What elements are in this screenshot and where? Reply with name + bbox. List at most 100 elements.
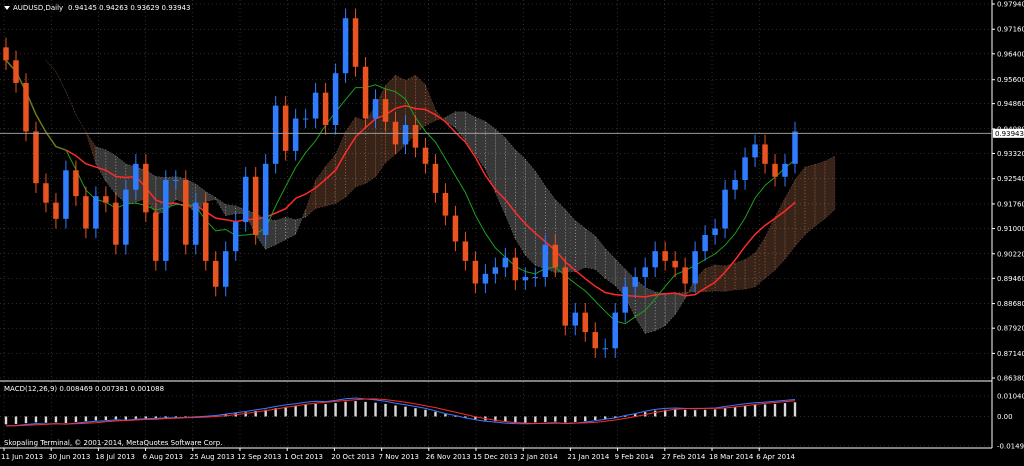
candle-body [482,273,489,284]
candle-body [602,348,608,350]
candle-body [312,92,319,119]
candle-body [422,147,429,164]
price-tick-label: 0.87140 [997,350,1024,358]
macd-histogram-bar [723,408,727,417]
candle-body [83,196,89,229]
candle-body [212,260,219,287]
macd-tick-label: 0.010400 [997,392,1024,400]
candle-body [322,92,329,125]
time-tick-label: 12 Sep 2013 [237,453,281,461]
candle-body [702,235,708,252]
macd-histogram-bar [713,409,717,417]
cloud-segment [275,216,286,246]
macd-histogram-bar [354,401,357,417]
price-tick-label: 0.97160 [997,26,1024,34]
macd-histogram-bar [334,403,337,417]
candle-body [532,277,539,279]
macd-histogram-bar [544,416,547,422]
macd-histogram-bar [574,416,577,422]
macd-histogram-bar [763,404,767,417]
price-tick-label: 0.97940 [997,1,1024,9]
time-tick-label: 21 Jan 2014 [567,453,610,461]
cloud-segment [574,220,586,273]
cloud-segment [814,160,826,227]
macd-title-area: MACD(12,26,9) 0.008469 0.007381 0.001088 [4,385,164,393]
macd-histogram-bar [44,416,48,423]
candle-body [272,105,279,164]
last-price-label: 0.93943 [995,130,1024,138]
cloud-segment [525,158,536,267]
candle-body [222,251,229,287]
cloud-segment [804,164,816,236]
macd-histogram-bar [733,407,737,417]
candle-body [342,18,349,74]
macd-histogram-bar [374,402,377,417]
candle-body [43,183,49,203]
macd-histogram-bar [114,416,118,420]
candle-body [382,99,389,122]
price-tick-label: 0.86380 [997,375,1024,383]
macd-histogram-bar [534,416,537,423]
price-tick-label: 0.92540 [997,175,1024,183]
candle-body [183,180,189,245]
time-tick-label: 26 Nov 2013 [426,453,471,461]
candle-body [63,170,69,219]
time-tick-label: 30 Jun 2013 [48,453,90,461]
macd-histogram-bar [414,408,417,417]
candle-body [232,222,239,252]
candle-body [462,241,469,261]
candle-body [3,47,9,61]
candle-body [352,18,359,67]
candle-body [103,196,109,203]
price-tick-label: 0.94860 [997,100,1024,108]
macd-histogram-bar [703,409,707,417]
macd-histogram-bar [434,411,437,417]
candle-body [622,286,628,313]
candle-body [93,196,99,229]
time-tick-label: 9 Feb 2014 [615,453,655,461]
time-tick-label: 7 Nov 2013 [379,453,419,461]
macd-histogram-bar [14,416,18,424]
cloud-segment [824,155,836,220]
macd-histogram-bar [564,416,567,423]
time-tick-label: 20 Oct 2013 [331,453,374,461]
macd-histogram-bar [594,416,597,421]
price-tick-label: 0.91000 [997,225,1024,233]
time-tick-label: 1 Oct 2013 [284,453,323,461]
candle-body [732,180,738,190]
price-tick-label: 0.90220 [997,250,1024,258]
candle-body [143,163,149,213]
macd-histogram-bar [314,403,317,417]
copyright-text: Skopaling Terminal, © 2001-2014, MetaQuo… [4,439,222,447]
candle-body [292,118,299,151]
macd-histogram-bar [773,403,777,417]
macd-histogram-bar [404,406,407,417]
macd-histogram-bar [284,406,287,417]
candle-body [562,267,569,326]
chart-window: 0.979400.971600.964000.956000.948600.940… [0,0,1024,462]
candle-body [123,189,129,245]
macd-histogram-bar [673,409,677,417]
macd-histogram-bar [304,404,307,417]
price-tick-label: 0.88680 [997,300,1024,308]
candle-body [53,202,59,219]
candle-body [133,163,139,190]
candle-body [173,180,179,181]
candle-body [23,82,29,132]
cloud-segment [355,116,366,188]
macd-tick-label: 0.00 [997,413,1013,421]
macd-histogram-bar [84,416,88,422]
macd-histogram-bar [74,416,78,422]
macd-histogram-bar [104,416,108,421]
cloud-segment [734,259,746,291]
candle-body [332,73,339,125]
candle-body [552,244,559,268]
chart-canvas: 0.979400.971600.964000.956000.948600.940… [0,0,1024,462]
price-tick-label: 0.91760 [997,200,1024,208]
candle-body [742,157,748,180]
macd-histogram-bar [294,405,297,417]
candle-body [542,244,549,278]
candle-body [242,176,249,223]
candle-body [722,189,728,229]
candle-body [492,267,499,274]
